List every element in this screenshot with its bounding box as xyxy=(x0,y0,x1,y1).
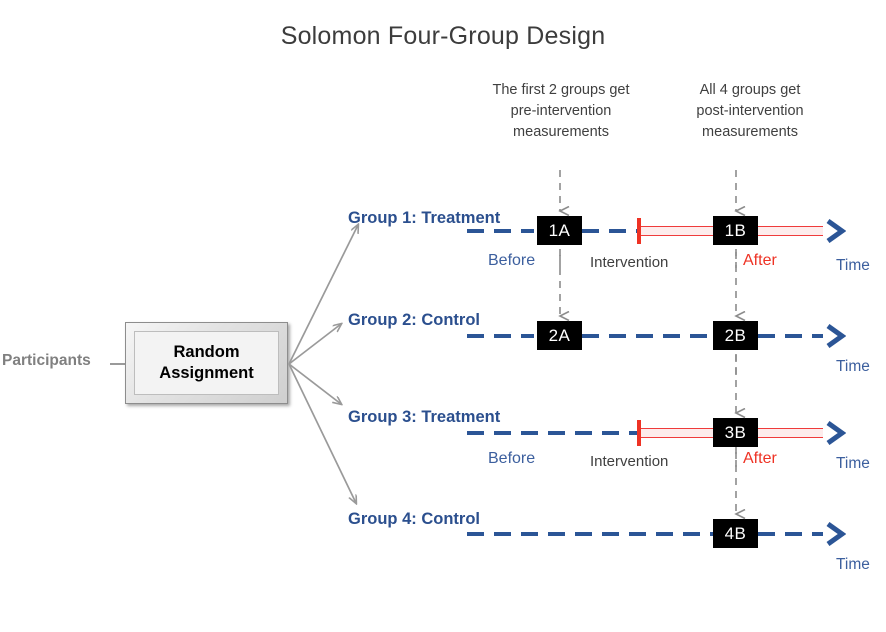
row1-time-arrowhead xyxy=(826,219,846,243)
callout-post-intervention: All 4 groups get post-intervention measu… xyxy=(696,82,804,141)
row1-after-hatch-right xyxy=(758,226,823,236)
row2-mid-dashed-line xyxy=(582,334,713,338)
row1-mid-dashed-line xyxy=(582,229,638,233)
group-label-3: Group 3: Treatment xyxy=(348,408,501,426)
row1-post-measurement-box: 1B xyxy=(713,216,758,245)
row4-post-measurement-box: 4B xyxy=(713,519,758,548)
row2-time-arrowhead xyxy=(826,324,846,348)
random-assignment-label: Random Assignment xyxy=(159,343,254,382)
row2-pre-dashed-line xyxy=(467,334,534,338)
row2-post-measurement-box: 2B xyxy=(713,321,758,350)
group-label-2: Group 2: Control xyxy=(348,311,480,329)
row1-after-label: After xyxy=(743,252,777,269)
callout-pre-intervention: The first 2 groups get pre-intervention … xyxy=(492,82,630,141)
row3-after-hatch-right xyxy=(758,428,823,438)
row2-post-dashed-line xyxy=(758,334,823,338)
participants-label: Participants xyxy=(2,352,91,369)
diagram-canvas: Solomon Four-Group Design The first 2 gr… xyxy=(0,0,886,632)
row3-after-hatch-left xyxy=(641,428,713,438)
row3-post-measurement-box: 3B xyxy=(713,418,758,447)
row4-time-label: Time xyxy=(836,556,870,573)
group-label-4: Group 4: Control xyxy=(348,510,480,528)
row1-time-label: Time xyxy=(836,257,870,274)
group-label-1: Group 1: Treatment xyxy=(348,209,501,227)
randomization-arrows xyxy=(288,225,358,503)
row2-time-label: Time xyxy=(836,358,870,375)
row3-time-arrowhead xyxy=(826,421,846,445)
row1-before-label: Before xyxy=(488,252,536,269)
row4-pre-dashed-line xyxy=(467,532,713,536)
random-assignment-box: Random Assignment xyxy=(125,322,288,404)
row1-intervention-label: Intervention xyxy=(590,254,669,271)
row3-pre-dashed-line xyxy=(467,431,637,435)
diagram-title: Solomon Four-Group Design xyxy=(280,22,606,50)
row3-before-label: Before xyxy=(488,450,536,467)
row1-after-hatch-left xyxy=(641,226,713,236)
row4-time-arrowhead xyxy=(826,522,846,546)
random-assignment-inner: Random Assignment xyxy=(134,331,279,395)
row1-pre-dashed-line xyxy=(467,229,534,233)
row4-post-dashed-line xyxy=(758,532,823,536)
row3-intervention-label: Intervention xyxy=(590,453,669,470)
row3-time-label: Time xyxy=(836,455,870,472)
row3-after-label: After xyxy=(743,450,777,467)
row1-pre-measurement-box: 1A xyxy=(537,216,582,245)
row2-pre-measurement-box: 2A xyxy=(537,321,582,350)
